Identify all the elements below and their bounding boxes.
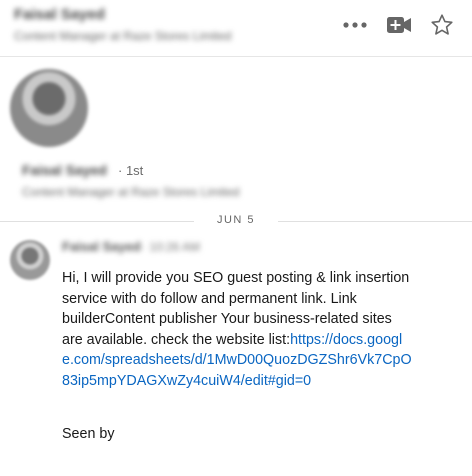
date-divider: JUN 5 xyxy=(0,213,472,231)
avatar[interactable] xyxy=(10,69,88,147)
header-actions xyxy=(342,10,454,40)
date-label-wrap: JUN 5 xyxy=(0,214,472,226)
profile-name[interactable]: Faisal Sayed xyxy=(22,162,107,178)
message-body: Hi, I will provide you SEO guest posting… xyxy=(62,268,414,392)
star-outline-icon[interactable] xyxy=(430,13,454,37)
conversation-header: Faisal Sayed Content Manager at Raze Sto… xyxy=(0,0,472,57)
contact-title: Content Manager at Raze Stores Limited xyxy=(14,29,232,43)
message-sender[interactable]: Faisal Sayed xyxy=(62,239,141,254)
message-item: Faisal Sayed · 10:26 AM Hi, I will provi… xyxy=(0,234,472,476)
more-horizontal-icon[interactable] xyxy=(342,21,368,29)
date-label: JUN 5 xyxy=(206,214,266,226)
contact-name[interactable]: Faisal Sayed xyxy=(14,6,105,23)
profile-title: Content Manager at Raze Stores Limited xyxy=(22,185,240,199)
connection-degree: · 1st xyxy=(118,163,144,178)
video-add-icon[interactable] xyxy=(386,16,412,34)
seen-by-label[interactable]: Seen by xyxy=(62,426,114,442)
avatar[interactable] xyxy=(10,240,50,280)
profile-card: Faisal Sayed · 1st Content Manager at Ra… xyxy=(0,57,472,215)
message-time: · 10:26 AM xyxy=(142,240,201,254)
